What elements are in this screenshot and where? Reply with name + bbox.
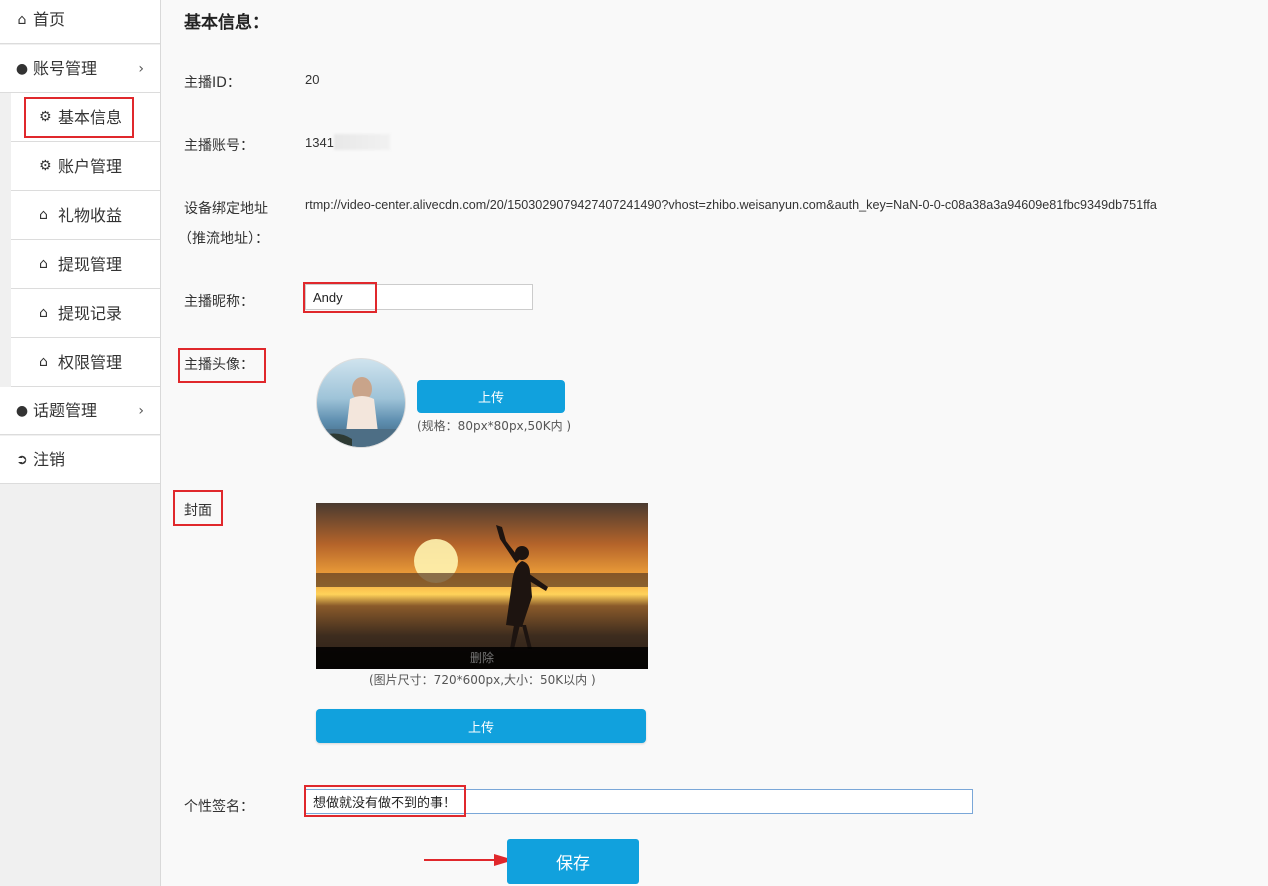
sidebar-item-label: 基本信息: [58, 108, 123, 127]
sidebar-item-label: 提现记录: [58, 304, 123, 323]
sidebar-item-permissions[interactable]: ⌂ 权限管理: [11, 338, 160, 387]
nickname-label: 主播昵称：: [184, 294, 254, 310]
anchor-id-value: 20: [305, 72, 320, 87]
sidebar-item-topic-management[interactable]: ● 话题管理 ›: [0, 387, 160, 435]
anchor-id-label: 主播ID：: [184, 75, 241, 91]
nickname-input[interactable]: [305, 284, 533, 310]
account-submenu: ⚙ 基本信息 ⚙ 账户管理 ⌂ 礼物收益 ⌂ 提现管理 ⌂ 提现记录 ⌂ 权限管…: [0, 93, 160, 387]
sidebar-item-logout[interactable]: ➲ 注销: [0, 436, 160, 484]
cover-upload-button[interactable]: 上传: [316, 709, 646, 743]
cover-spec-hint: (图片尺寸：720*600px,大小：50K以内 ): [369, 673, 596, 687]
signature-input[interactable]: [305, 789, 973, 814]
home-icon: ⌂: [39, 354, 48, 370]
sidebar-item-label: 权限管理: [58, 353, 123, 372]
save-button[interactable]: 保存: [507, 839, 639, 884]
cover-image: 删除: [316, 503, 648, 669]
rtmp-label-sub: （推流地址）：: [178, 231, 269, 247]
sidebar-item-label: 礼物收益: [58, 206, 123, 225]
avatar-label: 主播头像：: [184, 357, 254, 373]
sidebar-item-account-management[interactable]: ● 账号管理 ›: [0, 45, 160, 93]
chevron-right-icon: ›: [138, 403, 144, 419]
sidebar-item-label: 首页: [33, 10, 66, 29]
sidebar: ⌂ 首页 ● 账号管理 › ⚙ 基本信息 ⚙ 账户管理 ⌂ 礼物收益 ⌂ 提现管…: [0, 0, 161, 886]
sidebar-item-label: 注销: [33, 450, 66, 469]
signature-label: 个性签名：: [184, 799, 254, 815]
gear-icon: ⚙: [39, 158, 52, 174]
arrow-annotation: [424, 854, 514, 866]
avatar-upload-button[interactable]: 上传: [417, 380, 565, 413]
cover-label: 封面: [184, 503, 212, 519]
sidebar-item-home[interactable]: ⌂ 首页: [0, 0, 160, 44]
sidebar-item-withdraw-records[interactable]: ⌂ 提现记录: [11, 289, 160, 338]
sidebar-item-gift-income[interactable]: ⌂ 礼物收益: [11, 191, 160, 240]
home-icon: ⌂: [17, 12, 27, 28]
home-icon: ⌂: [39, 207, 48, 223]
account-label: 主播账号：: [184, 138, 254, 154]
rtmp-url-value: rtmp://video-center.alivecdn.com/20/1503…: [305, 198, 1157, 212]
main-content: 基本信息： 主播ID： 20 主播账号： 1341 设备绑定地址 （推流地址）：…: [162, 0, 1268, 886]
page-title: 基本信息：: [184, 13, 269, 33]
chevron-right-icon: ›: [138, 61, 144, 77]
sidebar-item-label: 提现管理: [58, 255, 123, 274]
avatar-image: [316, 358, 406, 448]
rtmp-label: 设备绑定地址: [184, 201, 268, 217]
sidebar-item-label: 账号管理: [33, 59, 98, 78]
home-icon: ⌂: [39, 305, 48, 321]
gear-icon: ⚙: [39, 109, 52, 125]
avatar-spec-hint: (规格：80px*80px,50K内 ): [417, 419, 572, 433]
sidebar-item-account-settings[interactable]: ⚙ 账户管理: [11, 142, 160, 191]
sidebar-item-label: 话题管理: [33, 401, 98, 420]
logout-icon: ➲: [16, 452, 28, 468]
sidebar-item-withdraw-management[interactable]: ⌂ 提现管理: [11, 240, 160, 289]
blurred-region: [334, 134, 390, 150]
cover-delete-button[interactable]: 删除: [316, 647, 648, 669]
user-icon: ●: [15, 403, 29, 419]
sidebar-item-label: 账户管理: [58, 157, 123, 176]
account-value: 1341: [305, 135, 334, 150]
sidebar-item-basic-info[interactable]: ⚙ 基本信息: [11, 93, 160, 142]
user-icon: ●: [15, 61, 29, 77]
home-icon: ⌂: [39, 256, 48, 272]
